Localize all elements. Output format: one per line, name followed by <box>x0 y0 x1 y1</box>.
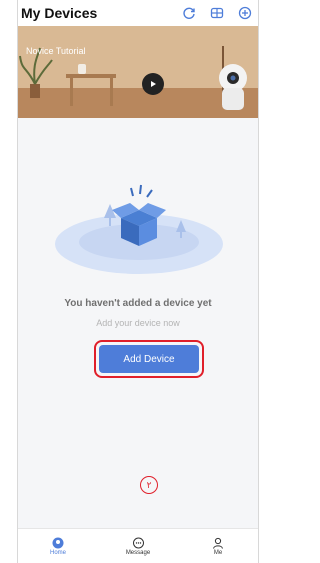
tab-me[interactable]: Me <box>178 529 258 563</box>
add-device-highlight: Add Device <box>94 340 204 378</box>
person-icon <box>213 537 223 549</box>
empty-state-title: You haven't added a device yet <box>64 298 212 309</box>
tab-message[interactable]: Message <box>98 529 178 563</box>
refresh-icon[interactable] <box>180 4 198 22</box>
add-device-button[interactable]: Add Device <box>99 345 199 373</box>
tab-me-label: Me <box>213 549 223 556</box>
header-actions <box>180 4 258 22</box>
tutorial-banner[interactable]: Novice Tutorial <box>18 26 258 118</box>
tab-home[interactable]: Home <box>18 529 98 563</box>
step-number-badge: ٢ <box>140 476 158 494</box>
phone-screen: My Devices Novice Tutorial You haven't a… <box>17 0 259 563</box>
page-title: My Devices <box>21 5 98 21</box>
tab-message-label: Message <box>125 549 151 556</box>
grid-layout-icon[interactable] <box>208 4 226 22</box>
empty-state-subtitle: Add your device now <box>96 318 180 328</box>
add-circle-icon[interactable] <box>236 4 254 22</box>
banner-illustration <box>18 26 258 118</box>
message-icon <box>132 537 144 548</box>
home-icon <box>52 537 64 548</box>
play-icon[interactable] <box>142 73 164 95</box>
banner-title: Novice Tutorial <box>26 46 86 56</box>
empty-box-illustration <box>55 184 223 274</box>
tab-home-label: Home <box>49 549 66 556</box>
top-header: My Devices <box>18 0 258 26</box>
bottom-tab-bar: Home Message Me <box>18 528 258 563</box>
empty-state: You haven't added a device yet Add your … <box>18 118 258 498</box>
